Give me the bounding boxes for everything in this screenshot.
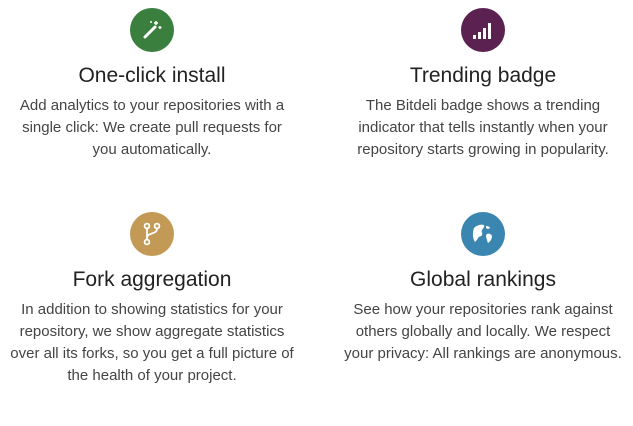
feature-title: Global rankings <box>410 268 556 291</box>
feature-title: One-click install <box>78 64 226 87</box>
globe-icon <box>461 212 505 256</box>
feature-fork-aggregation: Fork aggregation In addition to showing … <box>2 212 302 387</box>
feature-global-rankings: Global rankings See how your repositorie… <box>333 212 633 365</box>
feature-title: Trending badge <box>409 64 557 87</box>
feature-description: Add analytics to your repositories with … <box>19 97 285 158</box>
feature-trending-badge: Trending badge The Bitdeli badge shows a… <box>333 8 633 161</box>
feature-description: The Bitdeli badge shows a trending indic… <box>357 97 609 158</box>
feature-one-click-install: One-click install Add analytics to your … <box>2 8 302 161</box>
fork-icon <box>130 212 174 256</box>
feature-description: See how your repositories rank against o… <box>344 301 622 362</box>
feature-title: Fork aggregation <box>72 268 232 291</box>
magic-wand-icon <box>130 8 174 52</box>
signal-bars-icon <box>461 8 505 52</box>
feature-description: In addition to showing statistics for yo… <box>10 301 294 384</box>
